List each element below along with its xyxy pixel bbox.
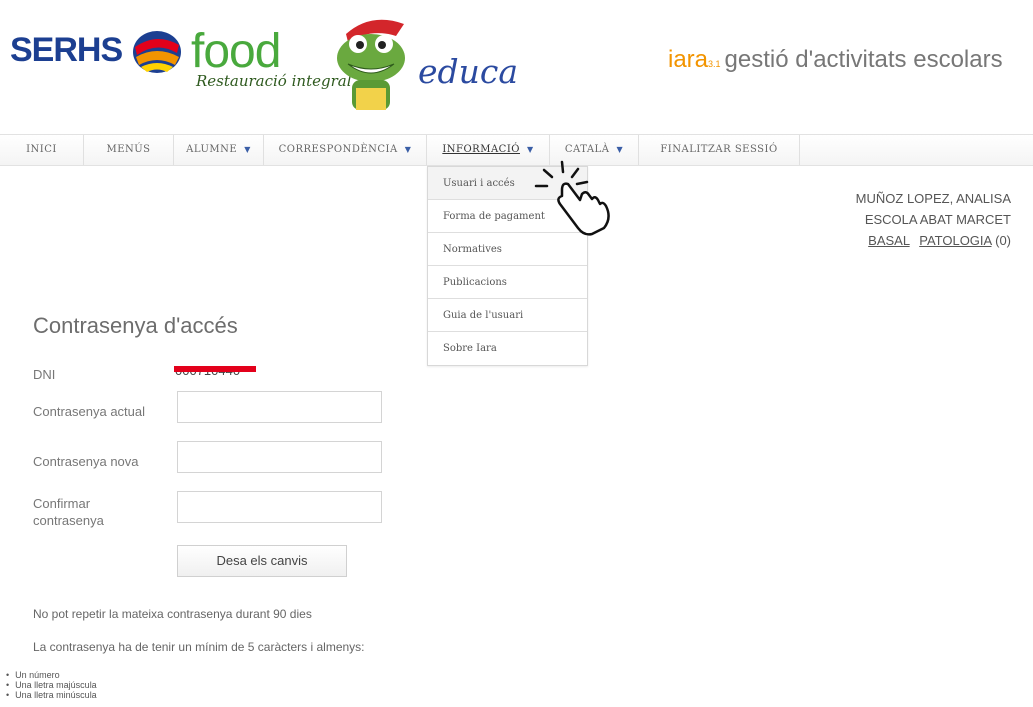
iara-version: 3.1 [708, 59, 721, 69]
user-name: MUÑOZ LOPEZ, ANALISA [855, 191, 1011, 206]
save-button[interactable]: Desa els canvis [177, 545, 347, 577]
confirm-label-line2: contrasenya [33, 513, 104, 528]
redaction-bar [174, 366, 256, 372]
serhs-logo-text: SERHS [10, 31, 123, 69]
page-title: Contrasenya d'accés [33, 313, 238, 338]
patologia-count: (0) [995, 233, 1011, 248]
basal-link[interactable]: BASAL [868, 233, 909, 248]
menu-item-sobre-iara[interactable]: Sobre Iara [428, 332, 587, 365]
nav-logout-label: FINALITZAR SESSIÓ [660, 144, 778, 155]
nav-inici-label: INICI [26, 144, 57, 155]
food-logo-text: food [191, 25, 281, 78]
iara-subtitle: gestió d'activitats escolars [724, 46, 1003, 73]
current-password-label: Contrasenya actual [33, 404, 146, 419]
chevron-down-icon: ▼ [244, 145, 251, 154]
nav-alumne[interactable]: ALUMNE ▼ [174, 135, 264, 165]
confirm-password-input[interactable] [177, 491, 382, 523]
chevron-down-icon: ▼ [404, 145, 412, 154]
nav-informacio-label: INFORMACIÓ [442, 144, 520, 155]
diet-links: BASAL PATOLOGIA (0) [856, 230, 1011, 251]
password-rules-list: Un número Una lletra majúscula Una lletr… [6, 670, 97, 700]
iara-name: iara [668, 46, 709, 73]
school-name: ESCOLA ABAT MARCET [864, 212, 1011, 227]
nav-menus[interactable]: MENÚS [84, 135, 174, 165]
min-length-note: La contrasenya ha de tenir un mínim de 5… [33, 640, 365, 654]
rule-lowercase: Una lletra minúscula [6, 690, 97, 700]
nav-alumne-label: ALUMNE [186, 144, 238, 155]
rule-uppercase: Una lletra majúscula [6, 680, 97, 690]
nav-correspondencia-label: CORRESPONDÈNCIA [278, 144, 398, 155]
rule-number: Un número [6, 670, 97, 680]
dni-label: DNI [33, 367, 56, 382]
menu-item-normatives[interactable]: Normatives [428, 233, 587, 266]
nav-logout[interactable]: FINALITZAR SESSIÓ [639, 135, 800, 165]
new-password-label: Contrasenya nova [33, 454, 139, 469]
nav-inici[interactable]: INICI [0, 135, 84, 165]
nav-correspondencia[interactable]: CORRESPONDÈNCIA ▼ [264, 135, 427, 165]
pointer-hand-icon [534, 160, 610, 236]
educa-logo-text: educa [418, 52, 519, 91]
chevron-down-icon: ▼ [616, 145, 624, 154]
frog-mascot-image [337, 19, 405, 110]
nav-menus-label: MENÚS [106, 144, 151, 155]
patologia-link[interactable]: PATOLOGIA [919, 233, 991, 248]
iara-app-title: iara3.1 gestió d'activitats escolars [668, 46, 1003, 74]
confirm-label-line1: Confirmar [33, 496, 91, 511]
user-info: MUÑOZ LOPEZ, ANALISA ESCOLA ABAT MARCET … [856, 188, 1011, 251]
nav-language-label: CATALÀ [564, 144, 610, 155]
current-password-input[interactable] [177, 391, 382, 423]
repeat-note: No pot repetir la mateixa contrasenya du… [33, 607, 312, 621]
menu-item-publicacions[interactable]: Publicacions [428, 266, 587, 299]
header: SERHS food Restauració integral educa ia… [0, 0, 1033, 125]
serhs-globe-logo [133, 31, 181, 73]
main-nav: INICI MENÚS ALUMNE ▼ CORRESPONDÈNCIA ▼ INF… [0, 134, 1033, 166]
new-password-input[interactable] [177, 441, 382, 473]
confirm-password-label: Confirmar contrasenya [33, 495, 104, 529]
menu-item-guia-usuari[interactable]: Guia de l'usuari [428, 299, 587, 332]
chevron-down-icon: ▼ [526, 145, 534, 154]
